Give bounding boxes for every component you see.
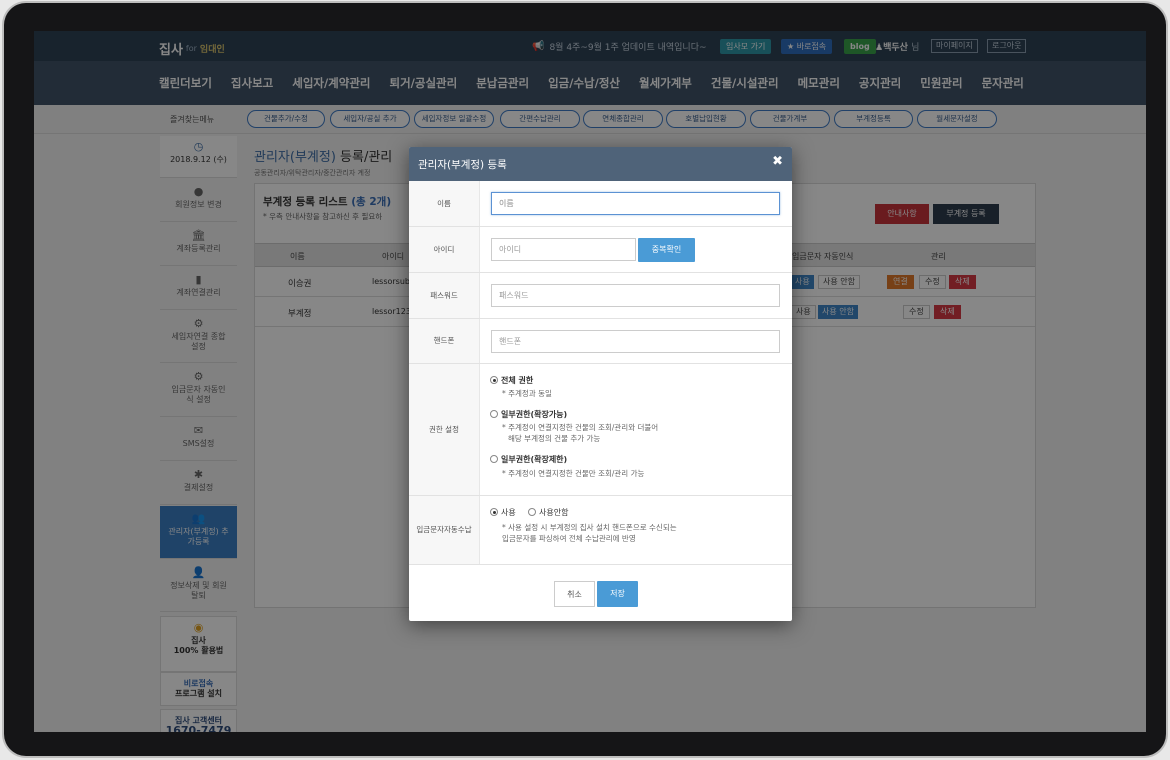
device-frame: 집사 for 임대인 📢 8월 4주~9월 1주 업데이트 내역입니다~ 임사모… bbox=[4, 3, 1166, 756]
permission-row: 권한 설정 전체 권한 * 주계정과 동일 일부권한(확장가능) * 주계정이 … bbox=[409, 364, 792, 496]
perm-partial-ext-note2: 해당 부계정의 건물 추가 가능 bbox=[508, 434, 601, 443]
name-input[interactable]: 이름 bbox=[491, 192, 780, 215]
password-label: 패스워드 bbox=[409, 273, 480, 318]
radio-unchecked-icon[interactable] bbox=[490, 410, 498, 418]
perm-partial-ext-text: 일부권한(확장가능) bbox=[501, 410, 568, 419]
cancel-button[interactable]: 취소 bbox=[554, 581, 595, 607]
sms-on-text: 사용 bbox=[501, 508, 516, 517]
radio-checked-icon[interactable] bbox=[490, 508, 498, 516]
phone-label: 핸드폰 bbox=[409, 319, 480, 363]
sms-label-line1: 입금문자 bbox=[416, 525, 444, 534]
sms-note1: * 사용 설정 시 부계정의 집사 설치 핸드폰으로 수신되는 bbox=[502, 523, 677, 532]
perm-full-option[interactable]: 전체 권한 bbox=[490, 375, 533, 386]
id-label: 아이디 bbox=[409, 227, 480, 272]
perm-partial-ext-note1: * 주계정이 연결지정한 건물의 조회/관리와 더불어 bbox=[502, 423, 659, 432]
perm-full-note: * 주계정과 동일 bbox=[502, 389, 552, 398]
phone-input[interactable]: 핸드폰 bbox=[491, 330, 780, 353]
perm-partial-lim-text: 일부권한(확장제한) bbox=[501, 455, 568, 464]
id-row: 아이디 아이디 중복확인 bbox=[409, 227, 792, 273]
radio-unchecked-icon[interactable] bbox=[528, 508, 536, 516]
radio-checked-icon[interactable] bbox=[490, 376, 498, 384]
permission-label: 권한 설정 bbox=[409, 364, 480, 495]
perm-partial-lim-option[interactable]: 일부권한(확장제한) bbox=[490, 454, 567, 465]
sms-note2: 입금문자를 파싱하여 전체 수납관리에 반영 bbox=[502, 534, 636, 543]
sms-auto-label: 입금문자 자동수납 bbox=[409, 496, 480, 564]
name-row: 이름 이름 bbox=[409, 181, 792, 227]
duplicate-check-button[interactable]: 중복확인 bbox=[638, 238, 695, 262]
sms-off-option[interactable]: 사용안함 bbox=[528, 507, 568, 518]
name-label: 이름 bbox=[409, 181, 480, 226]
browser-screen: 집사 for 임대인 📢 8월 4주~9월 1주 업데이트 내역입니다~ 임사모… bbox=[34, 31, 1146, 732]
close-icon[interactable]: ✖ bbox=[772, 154, 783, 169]
modal-title: 관리자(부계정) 등록 bbox=[418, 159, 507, 171]
phone-row: 핸드폰 핸드폰 bbox=[409, 319, 792, 364]
perm-partial-lim-note: * 주계정이 연결지정한 건물만 조회/관리 가능 bbox=[502, 469, 645, 478]
save-button[interactable]: 저장 bbox=[597, 581, 638, 607]
perm-partial-ext-option[interactable]: 일부권한(확장가능) bbox=[490, 409, 567, 420]
perm-full-text: 전체 권한 bbox=[501, 376, 534, 385]
radio-unchecked-icon[interactable] bbox=[490, 455, 498, 463]
password-row: 패스워드 패스워드 bbox=[409, 273, 792, 319]
sms-auto-row: 입금문자 자동수납 사용 사용안함 * 사용 설정 시 부계정의 집사 설치 핸드… bbox=[409, 496, 792, 565]
modal-header: 관리자(부계정) 등록 ✖ bbox=[409, 147, 792, 181]
sms-on-option[interactable]: 사용 bbox=[490, 507, 516, 518]
password-input[interactable]: 패스워드 bbox=[491, 284, 780, 307]
id-input[interactable]: 아이디 bbox=[491, 238, 636, 261]
sms-label-line2: 자동수납 bbox=[444, 525, 472, 534]
sms-off-text: 사용안함 bbox=[539, 508, 569, 517]
subaccount-register-modal: 관리자(부계정) 등록 ✖ 이름 이름 아이디 아이디 중복확인 패스워드 패스… bbox=[409, 147, 792, 621]
